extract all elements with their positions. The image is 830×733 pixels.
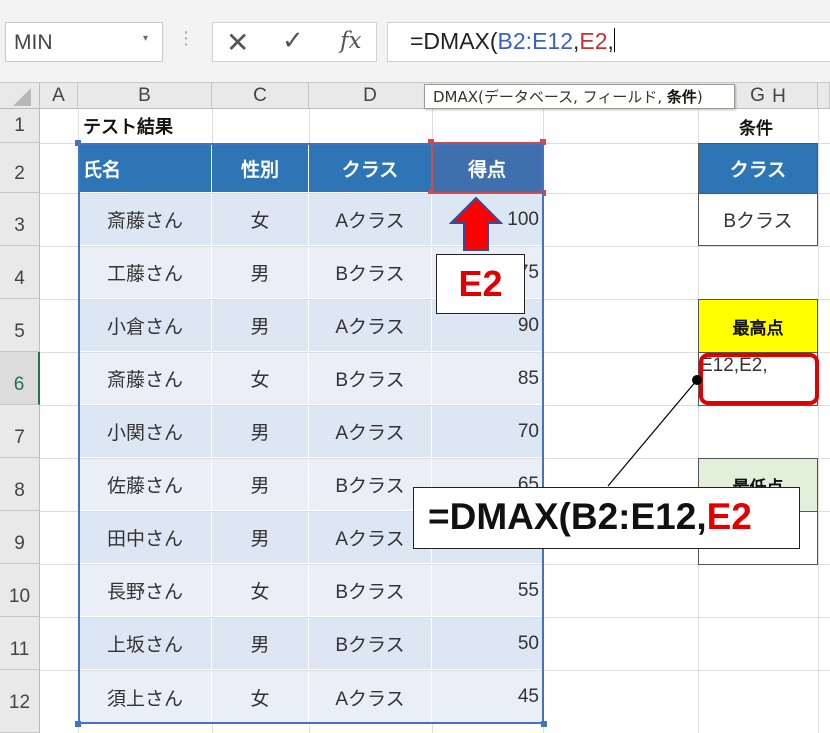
sheet-title: テスト結果 bbox=[83, 117, 173, 138]
formula-input[interactable]: =DMAX(B2:E12,E2, bbox=[387, 22, 830, 62]
column-header-h[interactable] bbox=[818, 83, 830, 109]
editing-cell-highlight bbox=[699, 353, 819, 405]
row-header-8[interactable]: 8 bbox=[0, 458, 40, 511]
tooltip-current-arg: 条件 bbox=[666, 88, 697, 106]
column-header-d[interactable]: D bbox=[309, 83, 432, 109]
e2-callout: E2 bbox=[436, 254, 525, 314]
condition-value-class[interactable]: Bクラス bbox=[698, 193, 818, 246]
formula-ref-database: B2:E12 bbox=[497, 28, 573, 54]
formula-callout-prefix: =DMAX(B2:E12, bbox=[428, 496, 707, 537]
row-header-6[interactable]: 6 bbox=[0, 352, 40, 405]
column-header-h-label[interactable]: H bbox=[740, 84, 818, 109]
formula-callout: =DMAX(B2:E12,E2 bbox=[413, 487, 800, 549]
tooltip-text: DMAX(データベース, フィールド, bbox=[433, 88, 667, 106]
up-arrow-icon bbox=[449, 196, 503, 251]
formula-ref-field: E2 bbox=[579, 28, 608, 54]
resize-handle[interactable] bbox=[75, 721, 81, 727]
conditions-label: 条件 bbox=[739, 119, 773, 139]
resize-handle[interactable] bbox=[541, 721, 547, 727]
row-header-3[interactable]: 3 bbox=[0, 193, 40, 246]
gridline bbox=[818, 109, 819, 733]
formula-bar-grip-icon: ⋮ bbox=[177, 28, 195, 49]
name-box-dropdown-icon[interactable]: ▾ bbox=[143, 33, 148, 44]
column-header-a[interactable]: A bbox=[40, 83, 78, 109]
row-header-1[interactable]: 1 bbox=[0, 109, 40, 143]
condition-header-class[interactable]: クラス bbox=[698, 143, 818, 194]
formula-callout-ref: E2 bbox=[706, 496, 752, 537]
select-all-icon bbox=[13, 88, 31, 106]
name-box[interactable]: MIN bbox=[5, 22, 163, 62]
insert-function-icon[interactable]: fx bbox=[340, 28, 361, 54]
row-header-10[interactable]: 10 bbox=[0, 564, 40, 617]
function-tooltip: DMAX(データベース, フィールド, 条件) bbox=[424, 84, 735, 109]
row-header-7[interactable]: 7 bbox=[0, 405, 40, 458]
row-header-12[interactable]: 12 bbox=[0, 670, 40, 733]
row-header-9[interactable]: 9 bbox=[0, 511, 40, 564]
callout-connector bbox=[607, 375, 702, 487]
text-caret bbox=[613, 28, 615, 52]
column-header-c[interactable]: C bbox=[212, 83, 309, 109]
row-header-11[interactable]: 11 bbox=[0, 617, 40, 670]
cancel-icon[interactable]: ✕ bbox=[226, 26, 249, 59]
column-header-b[interactable]: B bbox=[78, 83, 212, 109]
enter-check-icon[interactable]: ✓ bbox=[282, 26, 304, 56]
max-score-label: 最高点 bbox=[698, 299, 818, 353]
resize-handle[interactable] bbox=[75, 140, 81, 146]
row-header-5[interactable]: 5 bbox=[0, 299, 40, 352]
row-header-2[interactable]: 2 bbox=[0, 143, 40, 193]
formula-prefix: =DMAX( bbox=[410, 28, 498, 54]
row-header-4[interactable]: 4 bbox=[0, 246, 40, 299]
tooltip-close: ) bbox=[696, 88, 703, 106]
